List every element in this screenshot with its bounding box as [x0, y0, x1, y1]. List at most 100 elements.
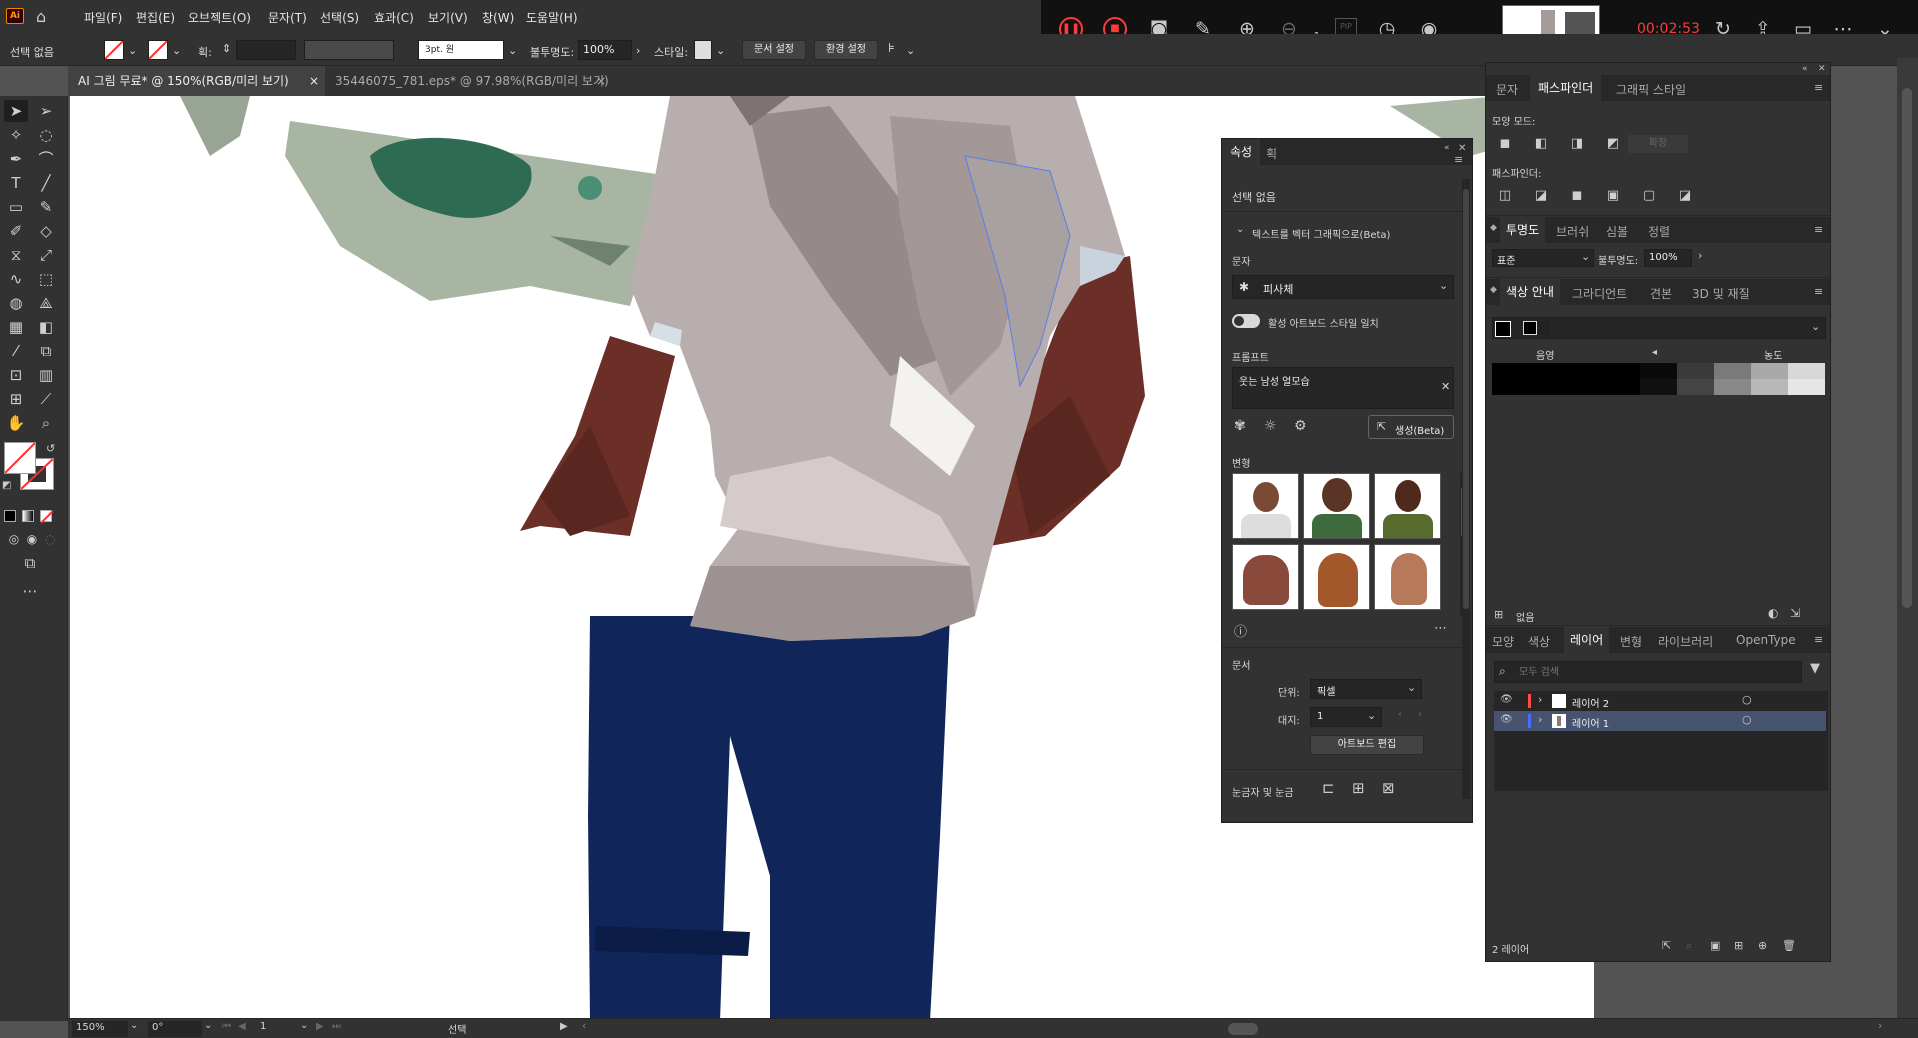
scroll-left-icon[interactable]: ‹	[582, 1019, 586, 1032]
tab-brushes[interactable]: 브러쉬	[1556, 223, 1589, 240]
tab-gradient[interactable]: 그라디언트	[1572, 285, 1627, 302]
tab-stroke[interactable]: 획	[1266, 145, 1277, 162]
tab-document-2[interactable]: 35446075_781.eps* @ 97.98%(RGB/미리 보기) ×	[325, 66, 612, 96]
tab-document-1[interactable]: AI 그림 무료* @ 150%(RGB/미리 보기) ×	[68, 66, 325, 96]
tab-color-guide[interactable]: 색상 안내	[1500, 279, 1560, 305]
save-group-icon[interactable]: ⇲	[1790, 606, 1800, 620]
subject-select[interactable]: ✱ 피사체 ⌄	[1232, 275, 1454, 299]
variation-thumbnail-1[interactable]	[1232, 473, 1299, 539]
tab-graphic-styles[interactable]: 그래픽 스타일	[1616, 81, 1686, 98]
panel-menu-icon[interactable]: ≡	[1814, 81, 1823, 94]
filter-icon[interactable]: ▼	[1810, 661, 1820, 676]
menu-type[interactable]: 문자(T)	[268, 9, 307, 26]
zoom-tool-icon[interactable]: ⌕	[34, 412, 58, 434]
default-colors-icon[interactable]: ◩	[2, 480, 11, 491]
base-color-swatch[interactable]	[1495, 321, 1511, 337]
style-picker-icon[interactable]: ✾	[1234, 418, 1246, 434]
selection-tool-icon[interactable]: ➤	[4, 100, 28, 122]
crop-icon[interactable]: ▣	[1604, 187, 1622, 205]
mesh-icon[interactable]: ▦	[4, 316, 28, 338]
color-mode-icon[interactable]	[4, 510, 16, 522]
line-tool-icon[interactable]: ╱	[34, 172, 58, 194]
expand-icon[interactable]: ◆	[1490, 285, 1497, 295]
slice-icon[interactable]: ⟋	[34, 388, 58, 410]
tab-transparency[interactable]: 투명도	[1500, 217, 1546, 243]
arrange-icon[interactable]: ⊧	[888, 41, 895, 56]
close-icon[interactable]: ✕	[1818, 64, 1826, 74]
gradient-mode-icon[interactable]	[22, 510, 34, 522]
tab-appearance[interactable]: 모양	[1492, 633, 1514, 650]
generate-button[interactable]: ⇱ 생성(Beta)	[1368, 415, 1454, 439]
eyedropper-icon[interactable]: ⁄	[4, 340, 28, 362]
color-variations-grid[interactable]	[1492, 363, 1826, 395]
menu-select[interactable]: 선택(S)	[320, 9, 359, 26]
stroke-weight-field[interactable]	[236, 40, 296, 60]
prev-artboard-icon[interactable]: ◀	[238, 1021, 246, 1032]
settings-gear-icon[interactable]: ⚙	[1294, 418, 1307, 434]
chevron-down-icon[interactable]: ⌄	[204, 1020, 212, 1031]
variation-thumbnail-6[interactable]	[1374, 544, 1441, 610]
gradient-icon[interactable]: ◧	[34, 316, 58, 338]
menu-file[interactable]: 파일(F)	[84, 9, 122, 26]
artboard-select[interactable]: 1 ⌄	[1310, 707, 1382, 727]
vector-section-title[interactable]: 텍스트를 벡터 그래픽으로(Beta)	[1252, 226, 1390, 241]
visibility-eye-icon[interactable]: 👁	[1500, 714, 1513, 725]
collapse-icon[interactable]: «	[1444, 143, 1450, 153]
layer-row[interactable]: 👁 › 레이어 1 ○	[1494, 711, 1826, 731]
next-artboard-icon[interactable]: ▶	[316, 1021, 324, 1032]
layer-name[interactable]: 레이어 1	[1572, 715, 1609, 730]
unite-icon[interactable]: ◼	[1496, 135, 1514, 153]
close-icon[interactable]: ×	[309, 66, 319, 96]
eraser-icon[interactable]: ◇	[34, 220, 58, 242]
panel-menu-icon[interactable]: ≡	[1454, 153, 1463, 166]
search-input[interactable]	[1519, 664, 1789, 680]
chevron-down-icon[interactable]: ⌄	[716, 44, 725, 57]
menu-window[interactable]: 창(W)	[482, 9, 514, 26]
scrollbar-thumb[interactable]	[1902, 88, 1912, 608]
lightbulb-icon[interactable]: ☼	[1264, 418, 1277, 434]
scale-icon[interactable]: ⤢	[34, 244, 58, 266]
chevron-down-icon[interactable]: ⌄	[128, 44, 137, 57]
chevron-down-icon[interactable]: ⌄	[508, 44, 517, 57]
tab-transform[interactable]: 변형	[1620, 633, 1642, 650]
tab-opentype[interactable]: OpenType	[1736, 633, 1796, 647]
chevron-down-icon[interactable]: ⌄	[172, 44, 181, 57]
clipping-mask-icon[interactable]: ▣	[1710, 939, 1720, 952]
artboard-tool-icon[interactable]: ⊞	[4, 388, 28, 410]
clear-icon[interactable]: ✕	[1441, 380, 1450, 393]
lasso-icon[interactable]: ◌	[34, 124, 58, 146]
style-swatch[interactable]	[694, 40, 712, 60]
visibility-eye-icon[interactable]: 👁	[1500, 694, 1513, 705]
trim-icon[interactable]: ◪	[1532, 187, 1550, 205]
panel-menu-icon[interactable]: ≡	[1814, 223, 1823, 236]
intersect-icon[interactable]: ◨	[1568, 135, 1586, 153]
opacity-field[interactable]: 100%	[578, 40, 632, 60]
stepper-icon[interactable]: ⇕	[222, 42, 231, 55]
layer-row[interactable]: 👁 › 레이어 2 ○	[1494, 691, 1826, 711]
unit-select[interactable]: 픽셀 ⌄	[1310, 679, 1422, 699]
tab-layers[interactable]: 레이어	[1564, 627, 1610, 653]
expand-arrow-icon[interactable]: ›	[1538, 693, 1542, 706]
minus-front-icon[interactable]: ◧	[1532, 135, 1550, 153]
layer-name[interactable]: 레이어 2	[1572, 695, 1609, 710]
previous-artboard-icon[interactable]: ‹	[1398, 709, 1402, 720]
menu-edit[interactable]: 편집(E)	[136, 9, 175, 26]
rectangle-tool-icon[interactable]: ▭	[4, 196, 28, 218]
pen-tool-icon[interactable]: ✒	[4, 148, 28, 170]
merge-icon[interactable]: ◼	[1568, 187, 1586, 205]
tab-character[interactable]: 문자	[1496, 81, 1518, 98]
target-circle-icon[interactable]: ○	[1742, 713, 1752, 726]
first-artboard-icon[interactable]: ⏮	[222, 1021, 231, 1032]
panel-menu-icon[interactable]: ≡	[1814, 633, 1823, 646]
target-circle-icon[interactable]: ○	[1742, 693, 1752, 706]
brush-definition-field[interactable]: 3pt. 원	[418, 40, 504, 60]
new-layer-icon[interactable]: ⊕	[1758, 939, 1767, 952]
expand-icon[interactable]: ◆	[1490, 223, 1497, 233]
scroll-right-icon[interactable]: ›	[1878, 1019, 1882, 1032]
tab-color[interactable]: 색상	[1528, 633, 1550, 650]
tab-align[interactable]: 정렬	[1648, 223, 1670, 240]
minus-back-icon[interactable]: ◪	[1676, 187, 1694, 205]
chevron-down-icon[interactable]: ⌄	[906, 44, 915, 57]
fill-color-front[interactable]	[4, 442, 36, 474]
menu-view[interactable]: 보기(V)	[428, 9, 468, 26]
